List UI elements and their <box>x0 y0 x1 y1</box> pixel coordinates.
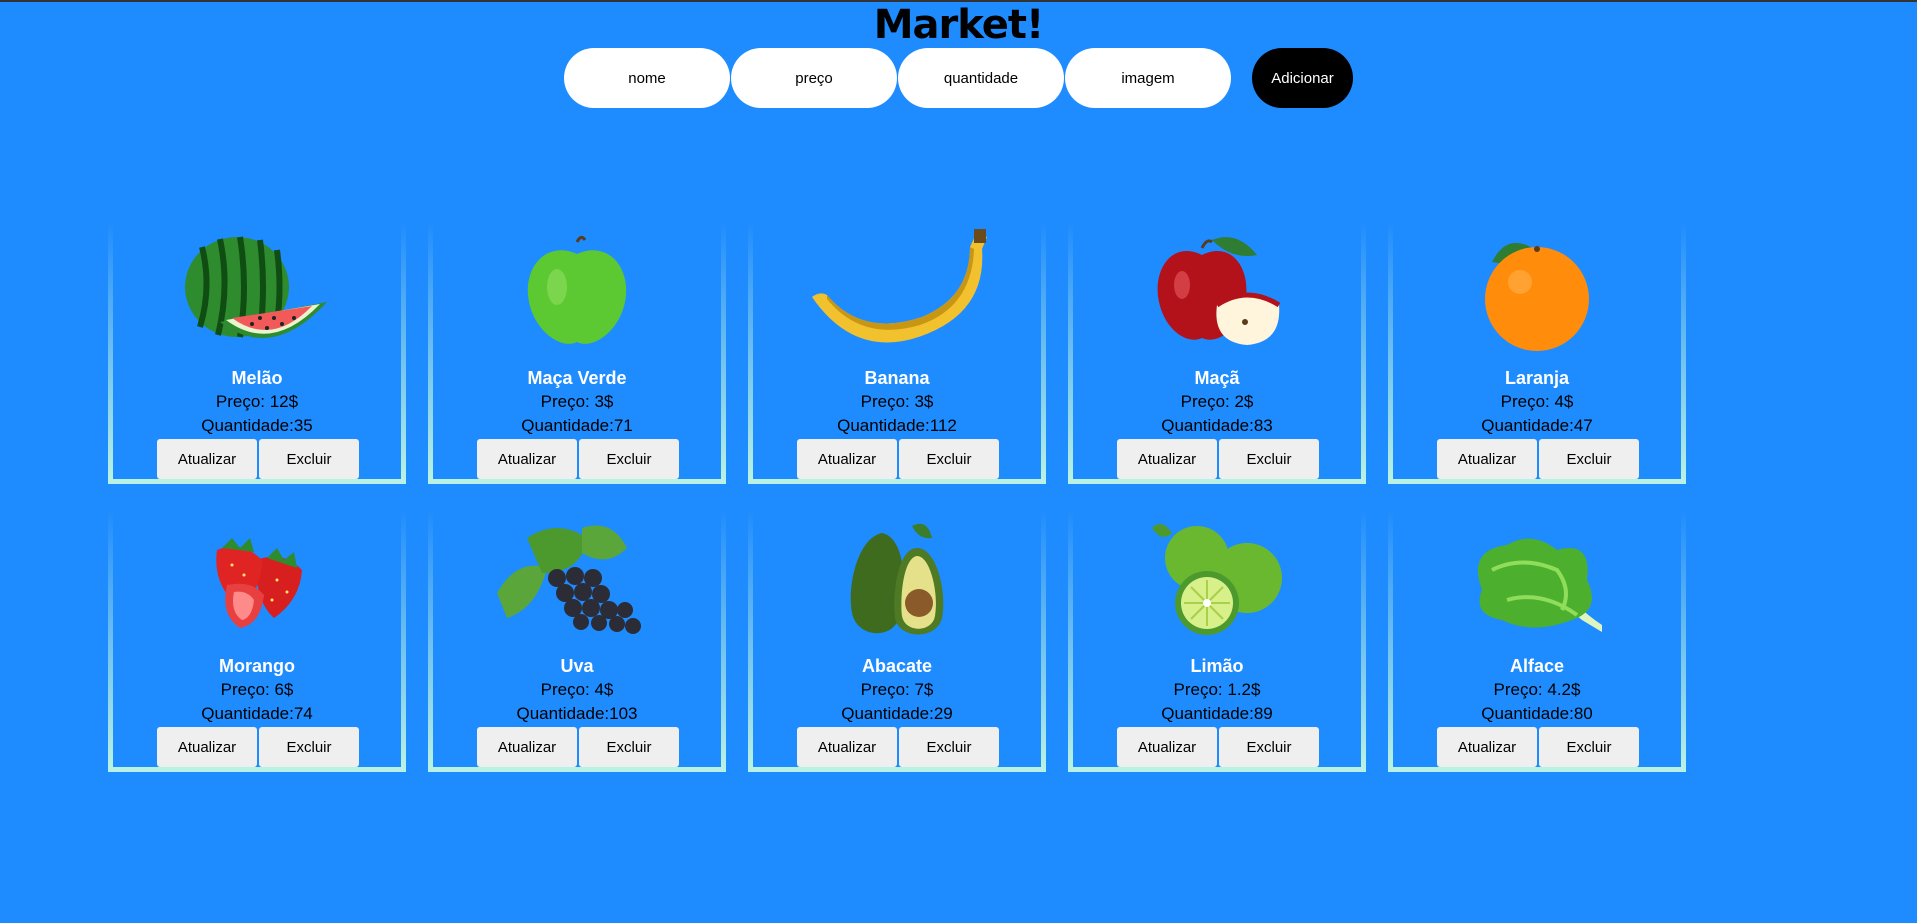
product-name: Maçã <box>1194 368 1240 388</box>
product-name: Banana <box>864 368 930 388</box>
update-button[interactable]: Atualizar <box>157 439 257 479</box>
orange-icon <box>1393 224 1681 360</box>
product-card: Abacate Preço: 7$ Quantidade:29 Atualizar Ex… <box>748 510 1046 772</box>
delete-button[interactable]: Excluir <box>899 727 999 767</box>
product-quantity: Quantidade:71 <box>521 416 633 435</box>
product-quantity: Quantidade:47 <box>1481 416 1593 435</box>
update-button[interactable]: Atualizar <box>797 439 897 479</box>
product-name: Morango <box>219 656 295 676</box>
delete-button[interactable]: Excluir <box>579 439 679 479</box>
update-button[interactable]: Atualizar <box>1117 439 1217 479</box>
strawberry-icon <box>113 512 401 648</box>
banana-icon <box>753 224 1041 360</box>
product-card: Banana Preço: 3$ Quantidade:112 Atualizar Ex… <box>748 222 1046 484</box>
delete-button[interactable]: Excluir <box>1219 439 1319 479</box>
product-name: Limão <box>1190 656 1244 676</box>
product-name: Melão <box>231 368 283 388</box>
lime-icon <box>1073 512 1361 648</box>
product-quantity: Quantidade:74 <box>201 704 313 723</box>
product-price: Preço: 3$ <box>540 392 614 411</box>
update-button[interactable]: Atualizar <box>157 727 257 767</box>
product-card: Maçã Preço: 2$ Quantidade:83 Atualizar Exclu… <box>1068 222 1366 484</box>
watermelon-icon <box>113 224 401 360</box>
product-card: Limão Preço: 1.2$ Quantidade:89 Atualizar Ex… <box>1068 510 1366 772</box>
product-price: Preço: 4$ <box>540 680 614 699</box>
delete-button[interactable]: Excluir <box>259 439 359 479</box>
lettuce-icon <box>1393 512 1681 648</box>
product-quantity: Quantidade:89 <box>1161 704 1273 723</box>
product-name: Laranja <box>1504 368 1570 388</box>
update-button[interactable]: Atualizar <box>1437 439 1537 479</box>
product-price: Preço: 3$ <box>860 392 934 411</box>
price-input[interactable] <box>731 48 897 108</box>
product-card: Alface Preço: 4.2$ Quantidade:80 Atualizar E… <box>1388 510 1686 772</box>
product-price: Preço: 4.2$ <box>1493 680 1581 699</box>
add-button[interactable]: Adicionar <box>1252 48 1353 108</box>
avocado-icon <box>753 512 1041 648</box>
product-price: Preço: 2$ <box>1180 392 1254 411</box>
product-quantity: Quantidade:112 <box>837 416 957 435</box>
product-name: Alface <box>1509 656 1565 676</box>
product-name: Maça Verde <box>527 368 627 388</box>
product-price: Preço: 12$ <box>215 392 299 411</box>
update-button[interactable]: Atualizar <box>1437 727 1537 767</box>
red-apple-icon <box>1073 224 1361 360</box>
product-card: Uva Preço: 4$ Quantidade:103 Atualizar Exclu… <box>428 510 726 772</box>
name-input[interactable] <box>564 48 730 108</box>
product-price: Preço: 6$ <box>220 680 294 699</box>
update-button[interactable]: Atualizar <box>1117 727 1217 767</box>
green-apple-icon <box>433 224 721 360</box>
page-title: Market! <box>873 2 1045 48</box>
product-quantity: Quantidade:83 <box>1161 416 1273 435</box>
delete-button[interactable]: Excluir <box>1539 439 1639 479</box>
update-button[interactable]: Atualizar <box>477 439 577 479</box>
product-price: Preço: 4$ <box>1500 392 1574 411</box>
product-quantity: Quantidade:80 <box>1481 704 1593 723</box>
product-card: Maça Verde Preço: 3$ Quantidade:71 Atualiza… <box>428 222 726 484</box>
product-card: Melão Preço: 12$ Quantidade:35 Atualizar Exc… <box>108 222 406 484</box>
delete-button[interactable]: Excluir <box>259 727 359 767</box>
product-quantity: Quantidade:103 <box>516 704 638 723</box>
delete-button[interactable]: Excluir <box>579 727 679 767</box>
delete-button[interactable]: Excluir <box>1539 727 1639 767</box>
add-product-form <box>564 48 1232 108</box>
product-quantity: Quantidade:35 <box>201 416 313 435</box>
update-button[interactable]: Atualizar <box>477 727 577 767</box>
product-card: Laranja Preço: 4$ Quantidade:47 Atualizar Ex… <box>1388 222 1686 484</box>
quantity-input[interactable] <box>898 48 1064 108</box>
product-price: Preço: 1.2$ <box>1173 680 1261 699</box>
product-name: Abacate <box>861 656 933 676</box>
product-quantity: Quantidade:29 <box>841 704 953 723</box>
grapes-icon <box>433 512 721 648</box>
delete-button[interactable]: Excluir <box>1219 727 1319 767</box>
product-name: Uva <box>560 656 594 676</box>
product-price: Preço: 7$ <box>860 680 934 699</box>
update-button[interactable]: Atualizar <box>797 727 897 767</box>
product-card: Morango Preço: 6$ Quantidade:74 Atualizar Ex… <box>108 510 406 772</box>
image-input[interactable] <box>1065 48 1231 108</box>
delete-button[interactable]: Excluir <box>899 439 999 479</box>
